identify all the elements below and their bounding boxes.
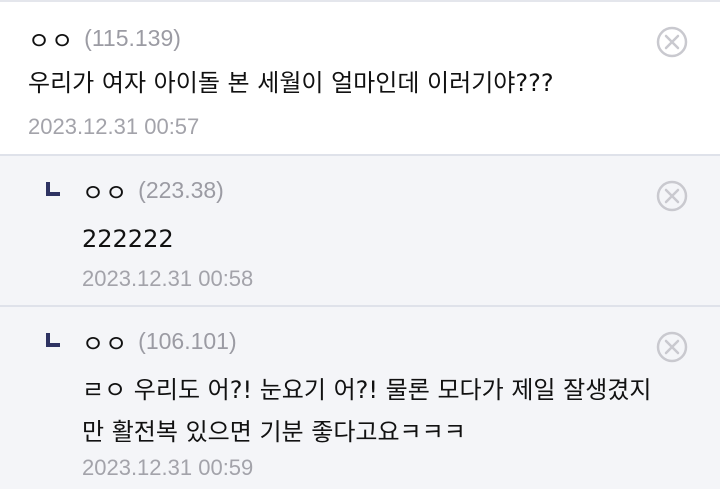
comment-text: 우리가 여자 아이돌 본 세월이 얼마인데 이러기야??? <box>28 69 554 97</box>
reply-item: ㅇㅇ (106.101) ㄹㅇ 우리도 어?! 눈요기 어?! 물론 모다가 제… <box>0 305 720 489</box>
comment-ip: (115.139) <box>84 24 181 51</box>
reply-ip: (106.101) <box>138 327 237 354</box>
delete-circle-x-icon[interactable] <box>656 331 688 363</box>
comment-header: ㅇㅇ (115.139) <box>28 24 181 55</box>
reply-header: ㅇㅇ (223.38) <box>82 176 224 207</box>
reply-nickname[interactable]: ㅇㅇ <box>82 324 128 359</box>
reply-text-line: ㄹㅇ 우리도 어?! 눈요기 어?! 물론 모다가 제일 잘생겼지 <box>82 376 652 404</box>
reply-arrow-icon <box>46 182 60 196</box>
comment-item: ㅇㅇ (115.139) 우리가 여자 아이돌 본 세월이 얼마인데 이러기야?… <box>0 2 720 154</box>
delete-circle-x-icon[interactable] <box>656 26 688 58</box>
reply-date: 2023.12.31 00:59 <box>82 455 254 480</box>
reply-ip: (223.38) <box>138 176 224 203</box>
comment-nickname[interactable]: ㅇㅇ <box>28 21 74 56</box>
comment-date: 2023.12.31 00:57 <box>28 114 200 139</box>
reply-text-line: 222222 <box>82 225 174 253</box>
reply-item: ㅇㅇ (223.38) 222222 2023.12.31 00:58 <box>0 154 720 305</box>
reply-header: ㅇㅇ (106.101) <box>82 327 237 358</box>
comment-thread: ㅇㅇ (115.139) 우리가 여자 아이돌 본 세월이 얼마인데 이러기야?… <box>0 0 720 489</box>
delete-circle-x-icon[interactable] <box>656 180 688 212</box>
reply-text-line: 만 활전복 있으면 기분 좋다고요ㅋㅋㅋ <box>82 418 466 446</box>
reply-date: 2023.12.31 00:58 <box>82 266 254 291</box>
reply-arrow-icon <box>46 333 60 347</box>
reply-nickname[interactable]: ㅇㅇ <box>82 173 128 208</box>
